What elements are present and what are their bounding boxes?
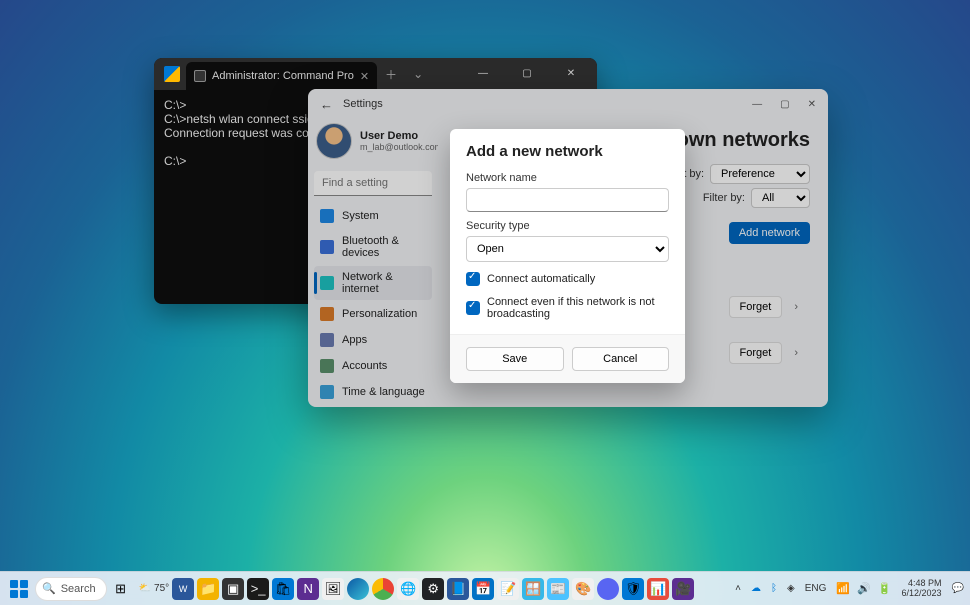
security-type-select[interactable]: Open [466, 236, 669, 262]
settings-window: ← Settings — ▢ ✕ User Demo m_lab@outlook… [308, 89, 828, 407]
battery-icon[interactable]: 🔋 [878, 582, 892, 595]
app-icon[interactable]: 🛡 [622, 578, 644, 600]
app-icon[interactable]: 📰 [547, 578, 569, 600]
chrome-icon[interactable] [372, 578, 394, 600]
close-button[interactable]: ✕ [549, 58, 593, 90]
app-icon[interactable]: W [172, 578, 194, 600]
app-icon[interactable]: 📊 [647, 578, 669, 600]
maximize-button[interactable]: ▢ [505, 58, 549, 90]
network-name-label: Network name [466, 172, 669, 184]
tab-dropdown-button[interactable]: ⌄ [405, 67, 431, 81]
app-icon[interactable]: 🖼 [322, 578, 344, 600]
language-indicator[interactable]: ENG [805, 583, 827, 594]
weather-widget[interactable]: ⛅ 75° [139, 583, 170, 594]
checkbox-icon [466, 272, 480, 286]
minimize-button[interactable]: — [461, 58, 505, 90]
connect-auto-label: Connect automatically [487, 273, 595, 285]
checkbox-icon [466, 301, 480, 315]
add-network-dialog: Add a new network Network name Security … [450, 129, 685, 383]
app-icon[interactable]: 🪟 [522, 578, 544, 600]
app-icon[interactable]: ▣ [222, 578, 244, 600]
terminal-titlebar: Administrator: Command Pro ✕ ＋ ⌄ — ▢ ✕ [154, 58, 597, 90]
bluetooth-icon[interactable]: ᛒ [771, 583, 777, 594]
app-icon[interactable]: >_ [247, 578, 269, 600]
search-icon: 🔍 [42, 582, 56, 595]
nav-icon[interactable]: ◈ [787, 583, 795, 594]
new-tab-button[interactable]: ＋ [377, 66, 405, 83]
taskbar: 🔍 Search ⊞ ⛅ 75° W 📁 ▣ >_ 🛍 N 🖼 🌐 ⚙ 📘 📅 … [0, 571, 970, 605]
terminal-tab[interactable]: Administrator: Command Pro ✕ [186, 62, 377, 90]
edge-icon[interactable] [347, 578, 369, 600]
tray-chevron-icon[interactable]: ˄ [735, 583, 741, 594]
app-icon[interactable]: 📝 [497, 578, 519, 600]
app-icon[interactable]: 🎨 [572, 578, 594, 600]
app-icon[interactable]: 📘 [447, 578, 469, 600]
app-icon[interactable]: 🌐 [397, 578, 419, 600]
onedrive-icon[interactable]: ☁ [751, 583, 761, 594]
task-view-button[interactable]: ⊞ [110, 578, 132, 600]
system-tray: ˄ ☁ ᛒ ◈ ENG 📶 🔊 🔋 4:48 PM 6/12/2023 💬 [735, 579, 964, 599]
taskbar-clock[interactable]: 4:48 PM 6/12/2023 [902, 579, 942, 599]
app-icon[interactable]: 🎥 [672, 578, 694, 600]
connect-hidden-label: Connect even if this network is not broa… [487, 296, 669, 320]
search-label: Search [61, 583, 96, 595]
start-button[interactable] [6, 576, 32, 602]
volume-icon[interactable]: 🔊 [857, 582, 871, 595]
taskbar-search[interactable]: 🔍 Search [35, 577, 107, 601]
app-icon[interactable]: 📁 [197, 578, 219, 600]
app-icon[interactable]: 📅 [472, 578, 494, 600]
close-tab-icon[interactable]: ✕ [360, 70, 369, 83]
cancel-button[interactable]: Cancel [572, 347, 670, 371]
network-name-input[interactable] [466, 188, 669, 212]
cmd-icon [194, 70, 206, 82]
clock-date: 6/12/2023 [902, 589, 942, 599]
weather-temp: 75° [154, 583, 169, 594]
connect-hidden-checkbox[interactable]: Connect even if this network is not broa… [466, 296, 669, 320]
app-icon[interactable]: 🛍 [272, 578, 294, 600]
wifi-icon[interactable]: 📶 [836, 582, 850, 595]
notifications-icon[interactable]: 💬 [952, 583, 964, 594]
weather-icon: ⛅ [139, 583, 151, 594]
app-icon[interactable] [597, 578, 619, 600]
terminal-tab-title: Administrator: Command Pro [212, 70, 354, 82]
dialog-title: Add a new network [466, 143, 669, 160]
security-type-label: Security type [466, 220, 669, 232]
save-button[interactable]: Save [466, 347, 564, 371]
connect-auto-checkbox[interactable]: Connect automatically [466, 272, 669, 286]
app-icon[interactable]: N [297, 578, 319, 600]
app-icon[interactable]: ⚙ [422, 578, 444, 600]
shield-icon [164, 66, 180, 82]
